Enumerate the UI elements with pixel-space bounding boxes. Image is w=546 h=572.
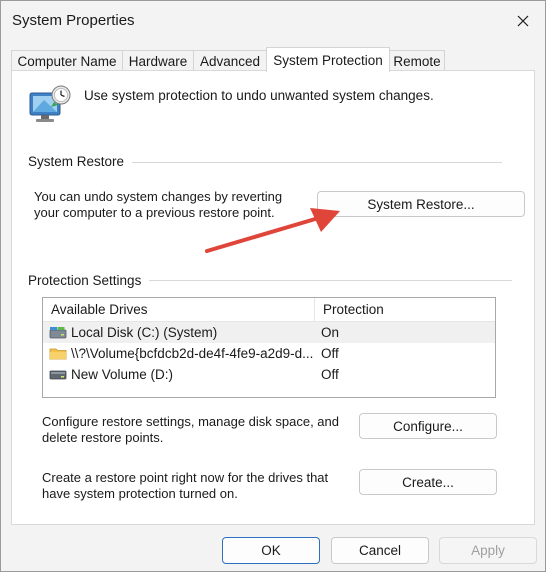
button-label: Configure...: [393, 418, 463, 434]
tab-label: Remote: [393, 53, 441, 69]
create-description: Create a restore point right now for the…: [42, 470, 328, 502]
system-restore-divider: [132, 162, 502, 163]
protection-settings-group-title: Protection Settings: [28, 273, 150, 288]
column-label: Available Drives: [51, 302, 148, 317]
tab-remote[interactable]: Remote: [389, 50, 445, 71]
description-line: Configure restore settings, manage disk …: [42, 414, 340, 429]
close-button[interactable]: [505, 7, 541, 35]
configure-description: Configure restore settings, manage disk …: [42, 414, 339, 446]
tab-label: Computer Name: [17, 53, 117, 69]
available-drives-list[interactable]: Available Drives Protection Local Disk (…: [42, 297, 496, 398]
drive-row[interactable]: Local Disk (C:) (System) On: [43, 322, 495, 343]
tab-label: System Protection: [273, 52, 383, 68]
description-line: You can undo system changes by reverting: [34, 189, 283, 204]
tab-advanced[interactable]: Advanced: [193, 50, 267, 71]
protection-settings-divider: [146, 280, 512, 281]
create-button[interactable]: Create...: [359, 469, 497, 495]
system-drive-icon: [49, 327, 67, 339]
button-label: System Restore...: [367, 196, 475, 212]
system-restore-group-title: System Restore: [28, 154, 133, 169]
description-line: Create a restore point right now for the…: [42, 470, 329, 485]
close-icon: [517, 15, 529, 27]
drive-protection-status: On: [321, 325, 340, 340]
cancel-button[interactable]: Cancel: [331, 537, 429, 564]
folder-icon: [49, 348, 67, 360]
drive-name: \\?\Volume{bcfdcb2d-de4f-4fe9-a2d9-d...: [71, 346, 314, 361]
configure-button[interactable]: Configure...: [359, 413, 497, 439]
tab-hardware[interactable]: Hardware: [122, 50, 194, 71]
button-label: Apply: [471, 543, 505, 558]
tab-system-protection[interactable]: System Protection: [266, 47, 390, 72]
tab-label: Advanced: [199, 53, 261, 69]
button-label: OK: [261, 543, 281, 558]
drive-icon: [49, 370, 67, 380]
column-label: Protection: [323, 302, 384, 317]
system-protection-icon: [26, 83, 72, 127]
system-properties-window: System Properties Computer Name Hardware…: [0, 0, 546, 572]
drive-row[interactable]: New Volume (D:) Off: [43, 364, 495, 385]
title-bar: System Properties: [1, 1, 545, 41]
annotation-arrow: [205, 208, 340, 253]
system-protection-panel: Use system protection to undo unwanted s…: [11, 70, 535, 525]
system-restore-button[interactable]: System Restore...: [317, 191, 525, 217]
drive-row[interactable]: \\?\Volume{bcfdcb2d-de4f-4fe9-a2d9-d... …: [43, 343, 495, 364]
drive-protection-status: Off: [321, 367, 339, 382]
intro-text: Use system protection to undo unwanted s…: [84, 88, 434, 103]
drive-protection-status: Off: [321, 346, 339, 361]
description-line: delete restore points.: [42, 430, 164, 445]
drive-name: Local Disk (C:) (System): [71, 325, 218, 340]
button-label: Create...: [402, 474, 454, 490]
tab-strip: Computer Name Hardware Advanced System P…: [11, 47, 537, 72]
apply-button[interactable]: Apply: [439, 537, 537, 564]
description-line: have system protection turned on.: [42, 486, 238, 501]
tab-computer-name[interactable]: Computer Name: [11, 50, 123, 71]
column-header-protection[interactable]: Protection: [315, 298, 495, 321]
ok-button[interactable]: OK: [222, 537, 320, 564]
list-header: Available Drives Protection: [43, 298, 495, 322]
button-label: Cancel: [358, 543, 402, 558]
dialog-button-bar: OK Cancel Apply: [1, 527, 545, 571]
drive-name: New Volume (D:): [71, 367, 174, 382]
column-header-available-drives[interactable]: Available Drives: [43, 298, 315, 321]
window-title: System Properties: [12, 12, 135, 29]
tab-label: Hardware: [128, 53, 188, 69]
